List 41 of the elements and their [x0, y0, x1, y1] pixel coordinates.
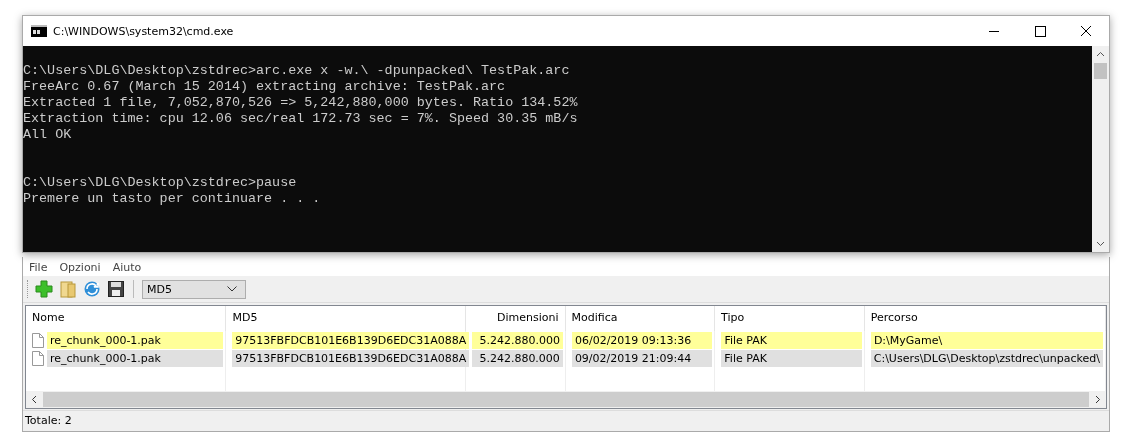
folder-icon[interactable]: [59, 280, 77, 298]
column-header[interactable]: Tipo: [715, 306, 865, 331]
column-header[interactable]: MD5: [226, 306, 466, 331]
add-icon[interactable]: [35, 280, 53, 298]
refresh-icon[interactable]: [83, 280, 101, 298]
console-line: FreeArc 0.67 (March 15 2014) extracting archive: TestPak.arc: [23, 79, 507, 95]
table-cell: 09/02/2019 21:09:44: [571, 349, 713, 367]
table-cell: 5.242.880.000: [472, 349, 563, 367]
scrollbar[interactable]: [1092, 46, 1109, 252]
console-line: Extraction time: cpu 12.06 sec/real 172.73 sec = 7%. Speed 30.35 mB/s: [23, 111, 579, 127]
table-cell: 97513FBFDCB101E6B139D6EDC31A088A: [232, 349, 470, 367]
console-line: C:\Users\DLG\Desktop\zstdrec>arc.exe x -w.\ -dpunpacked\ TestPak.arc: [23, 63, 571, 79]
column-header[interactable]: Percorso: [864, 306, 1106, 331]
status-text: Totale: 2: [23, 410, 1109, 431]
scroll-thumb[interactable]: [1094, 63, 1107, 79]
window-title: C:\WINDOWS\system32\cmd.exe: [53, 24, 234, 38]
column-header[interactable]: Dimensioni: [465, 306, 566, 331]
table-cell: File PAK: [721, 349, 862, 367]
table-cell: C:\Users\DLG\Desktop\zstdrec\unpacked\: [870, 349, 1103, 367]
save-icon[interactable]: [107, 280, 125, 298]
column-header[interactable]: Modifica: [565, 306, 716, 331]
file-icon: [32, 350, 44, 366]
menu-item[interactable]: Aiuto: [112, 261, 142, 274]
menu-item[interactable]: Opzioni: [59, 261, 101, 274]
hash-dropdown[interactable]: MD5: [142, 279, 246, 299]
console-icon: [31, 25, 47, 37]
table-cell: re_chunk_000-1.pak: [47, 331, 224, 349]
chevron-icon: [227, 286, 237, 292]
table-cell: 97513FBFDCB101E6B139D6EDC31A088A: [232, 331, 470, 349]
column-header[interactable]: Nome: [26, 306, 227, 331]
console-line: All OK: [23, 127, 73, 143]
console-line: Premere un tasto per continuare . . .: [23, 191, 322, 207]
file-icon: [32, 332, 44, 348]
console-line: C:\Users\DLG\Desktop\zstdrec>pause: [23, 175, 298, 191]
table-cell: 06/02/2019 09:13:36: [571, 331, 713, 349]
table-cell: File PAK: [721, 331, 862, 349]
table-cell: 5.242.880.000: [472, 331, 563, 349]
console-line: Extracted 1 file, 7,052,870,526 => 5,242,880,000 bytes. Ratio 134.52%: [23, 95, 579, 111]
table-cell: re_chunk_000-1.pak: [47, 349, 224, 367]
menu-item[interactable]: File: [29, 261, 48, 274]
table-cell: D:\MyGame\: [870, 331, 1103, 349]
